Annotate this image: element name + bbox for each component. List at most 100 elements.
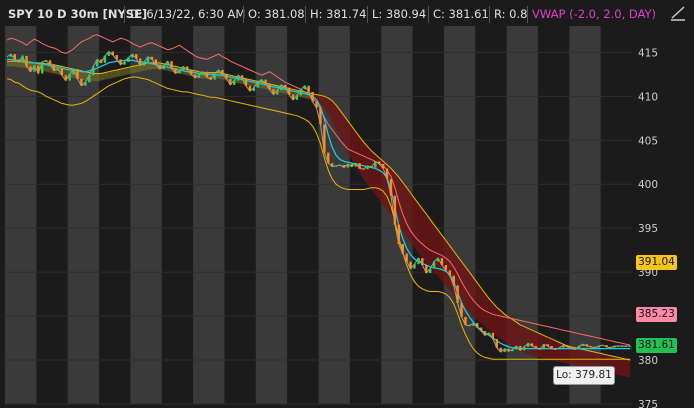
- cloud-segment: [406, 187, 411, 243]
- candle: [88, 75, 91, 83]
- bar-date: D: 6/13/22, 6:30 AM: [130, 7, 246, 21]
- candle: [581, 344, 585, 346]
- candle: [621, 345, 624, 347]
- candle: [577, 345, 581, 350]
- candle: [17, 59, 20, 63]
- candle: [468, 324, 471, 326]
- cloud-segment: [449, 245, 454, 295]
- candle: [413, 264, 416, 269]
- candle: [499, 347, 502, 353]
- drawing-tool-icon[interactable]: [669, 4, 687, 22]
- candle: [287, 87, 291, 95]
- candle: [29, 66, 32, 72]
- candle: [573, 348, 577, 350]
- close-value: C: 381.61: [433, 7, 489, 21]
- candle: [201, 71, 205, 76]
- candle: [283, 84, 287, 88]
- candle: [60, 68, 64, 76]
- header-divider: [428, 6, 429, 23]
- candle: [162, 65, 165, 70]
- cloud-segment: [363, 142, 368, 185]
- price-chart[interactable]: 415410405400395390385380375: [0, 0, 694, 408]
- candle: [393, 195, 397, 225]
- candle: [428, 268, 432, 274]
- candle: [507, 348, 510, 352]
- open-value: O: 381.08: [248, 7, 305, 21]
- candle: [197, 75, 201, 78]
- candle: [44, 60, 48, 63]
- candle: [64, 75, 67, 81]
- candle: [562, 345, 565, 348]
- candle: [460, 302, 463, 317]
- candle: [417, 258, 420, 265]
- cloud-segment: [402, 182, 407, 237]
- header-divider: [305, 6, 306, 23]
- candle: [628, 345, 632, 347]
- range-value: R: 0.8: [494, 7, 528, 21]
- candle: [511, 349, 514, 352]
- candle: [142, 62, 146, 66]
- candle: [103, 55, 107, 63]
- candle: [225, 74, 228, 79]
- candle: [127, 57, 130, 63]
- candle: [483, 331, 487, 336]
- candle: [425, 265, 428, 274]
- candle: [131, 54, 134, 58]
- cloud-segment: [418, 203, 423, 259]
- candle: [366, 165, 369, 170]
- candle: [397, 224, 401, 245]
- candle: [491, 332, 495, 339]
- candle: [291, 94, 295, 100]
- candle: [401, 244, 404, 254]
- cloud-segment: [492, 302, 497, 337]
- candle: [91, 66, 95, 76]
- candle: [311, 91, 314, 102]
- candle: [25, 55, 28, 67]
- candle: [617, 345, 620, 347]
- candle: [280, 84, 283, 91]
- candle: [72, 69, 75, 75]
- candle: [84, 82, 87, 86]
- y-tick-label: 410: [638, 91, 658, 103]
- candle: [33, 65, 36, 72]
- candle: [342, 164, 346, 168]
- candle: [479, 327, 483, 332]
- candle: [456, 285, 459, 303]
- price-tag-bollinger: 385.23: [636, 306, 677, 322]
- symbol-label[interactable]: SPY 10 D 30m [NYSE]: [8, 6, 147, 23]
- y-tick-label: 415: [638, 47, 658, 59]
- cloud-segment: [414, 198, 419, 253]
- candle: [182, 66, 185, 71]
- candle: [244, 78, 248, 86]
- y-tick-label: 405: [638, 135, 658, 147]
- candle: [9, 54, 13, 57]
- candle: [240, 75, 244, 79]
- cloud-segment: [422, 208, 427, 264]
- candle: [331, 163, 334, 167]
- candle: [609, 346, 612, 348]
- candle: [48, 60, 52, 65]
- candle: [107, 51, 111, 56]
- cloud-segment: [10, 61, 15, 67]
- candle: [272, 89, 275, 95]
- session-band: [5, 26, 37, 404]
- candle: [476, 323, 479, 328]
- candle: [378, 161, 381, 165]
- vwap-study-label[interactable]: VWAP (-2.0, 2.0, DAY): [532, 6, 656, 23]
- candle: [174, 68, 177, 74]
- candle: [374, 161, 377, 168]
- candle: [319, 107, 322, 125]
- cloud-segment: [622, 358, 627, 377]
- header-divider: [489, 6, 490, 23]
- candle: [381, 164, 385, 169]
- candle: [436, 258, 440, 262]
- cloud-segment: [551, 338, 556, 361]
- cloud-segment: [410, 193, 415, 248]
- candle: [385, 168, 389, 179]
- candle: [448, 270, 451, 276]
- candle: [252, 87, 256, 92]
- candle: [624, 345, 628, 347]
- cloud-segment: [469, 272, 474, 317]
- y-tick-label: 395: [638, 223, 658, 235]
- price-tag-label: 385.23: [638, 307, 675, 320]
